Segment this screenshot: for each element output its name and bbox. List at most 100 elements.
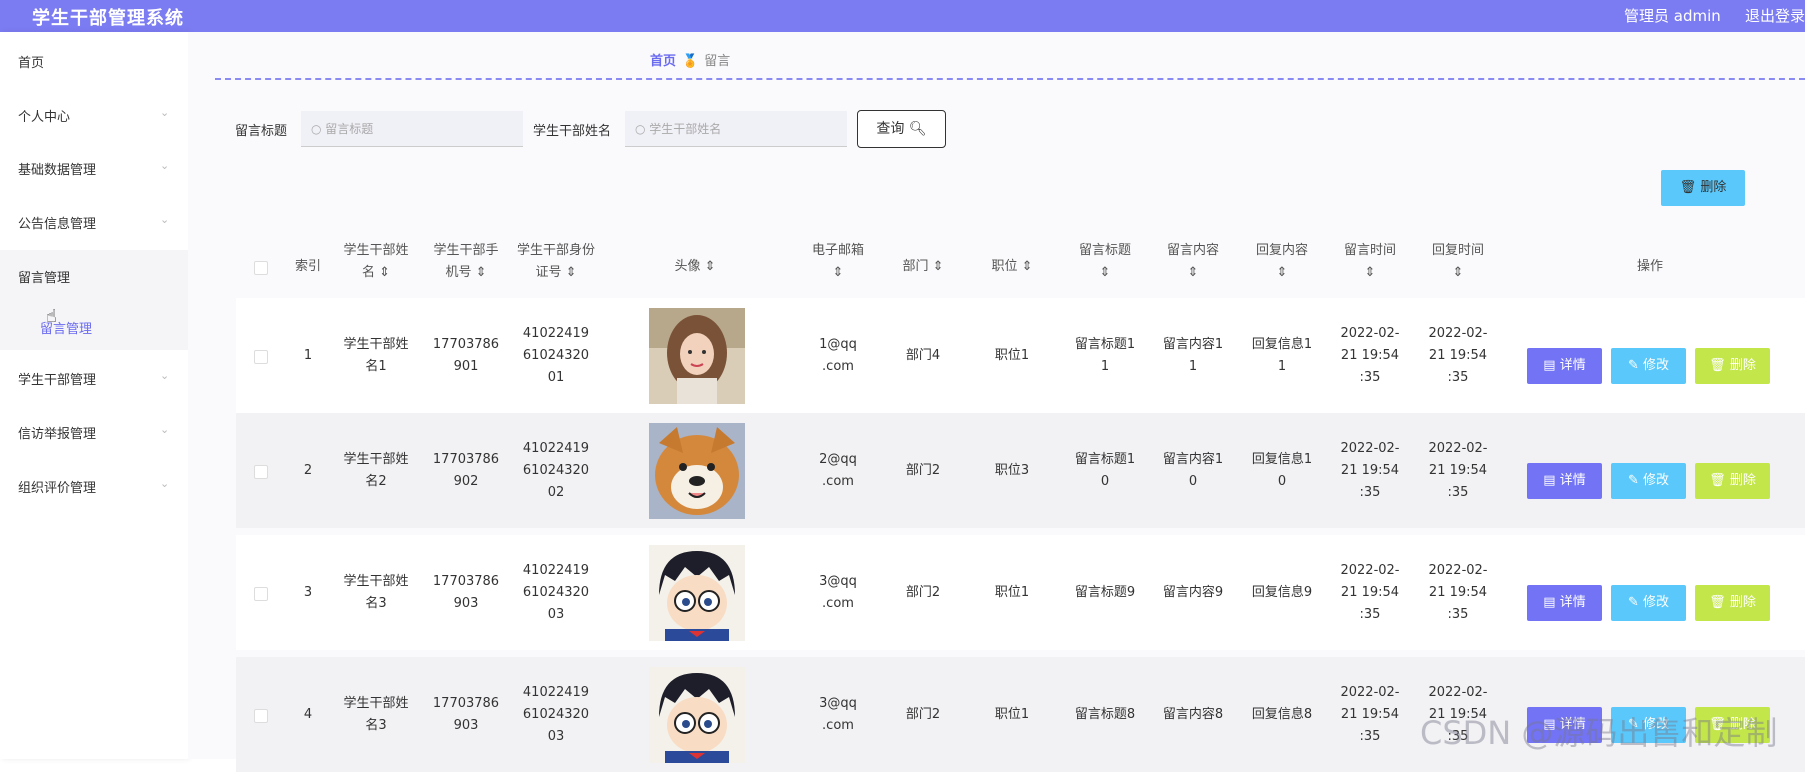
sidebar-item-cadre[interactable]: 学生干部管理	[18, 369, 96, 388]
logout-link[interactable]: 退出登录	[1745, 5, 1805, 26]
cell-email: 2@qq .com	[819, 452, 857, 489]
sidebar: 首页 个人中心 ⌄ 基础数据管理 ⌄ 公告信息管理 ⌄ 留言管理 留言管理 ☝ …	[0, 32, 188, 759]
medal-icon: 🏅	[682, 54, 699, 69]
sidebar-item-notice[interactable]: 公告信息管理	[18, 213, 96, 232]
cell-reply: 回复信息1 1	[1251, 337, 1313, 374]
col-header-time1[interactable]: 留言时间 ⇕	[1335, 240, 1405, 284]
col-header-idcard[interactable]: 学生干部身份证号 ⇕	[516, 240, 596, 284]
cell-content: 留言内容8	[1162, 707, 1224, 722]
query-button[interactable]: 查询 🔍︎	[857, 110, 946, 148]
pencil-icon: ✎	[1627, 358, 1643, 373]
cell-title: 留言标题9	[1074, 585, 1136, 600]
edit-button-label: 修改	[1643, 473, 1670, 488]
col-header-index: 索引	[294, 259, 321, 274]
breadcrumb-current: 留言	[704, 54, 731, 69]
breadcrumb: 首页 🏅 留言	[650, 50, 730, 69]
select-all-checkbox[interactable]	[254, 261, 268, 275]
cell-time1: 2022-02- 21 19:54:35	[1340, 326, 1400, 385]
chevron-down-icon: ⌄	[160, 477, 170, 490]
delete-button[interactable]: 🗑 删除	[1695, 585, 1770, 621]
breadcrumb-home[interactable]: 首页	[650, 54, 676, 69]
document-icon: ▤	[1543, 473, 1560, 488]
chevron-down-icon: ⌄	[160, 369, 170, 382]
col-header-pos-label: 职位	[991, 259, 1018, 274]
row-checkbox[interactable]	[254, 709, 268, 723]
cell-email: 3@qq .com	[819, 574, 857, 611]
col-header-pos[interactable]: 职位 ⇕	[982, 256, 1042, 278]
col-header-time2[interactable]: 回复时间 ⇕	[1423, 240, 1493, 284]
col-header-name[interactable]: 学生干部姓名 ⇕	[338, 240, 414, 284]
sidebar-item-home[interactable]: 首页	[18, 52, 44, 71]
cell-phone: 17703786 903	[432, 574, 500, 611]
col-header-email[interactable]: 电子邮箱 ⇕	[800, 240, 876, 284]
search-icon: ○	[635, 122, 650, 136]
cell-content: 留言内容1 0	[1162, 452, 1224, 489]
cell-pos: 职位1	[994, 348, 1030, 363]
document-icon: ▤	[1543, 595, 1560, 610]
avatar-conan	[649, 545, 745, 641]
chevron-down-icon: ⌄	[160, 159, 170, 172]
cell-index: 2	[303, 463, 313, 478]
sidebar-item-message[interactable]: 留言管理	[18, 267, 70, 286]
col-header-avatar[interactable]: 头像 ⇕	[650, 256, 740, 278]
name-placeholder: 学生干部姓名	[649, 122, 722, 136]
col-header-actions: 操作	[1636, 259, 1663, 274]
delete-button[interactable]: 🗑 删除	[1695, 463, 1770, 499]
cell-index: 3	[303, 585, 313, 600]
detail-button[interactable]: ▤ 详情	[1527, 463, 1602, 499]
col-header-reply[interactable]: 回复内容 ⇕	[1247, 240, 1317, 284]
col-header-avatar-label: 头像	[674, 259, 701, 274]
cell-content: 留言内容1 1	[1162, 337, 1224, 374]
current-user: 管理员 admin	[1624, 7, 1721, 25]
cell-pos: 职位1	[994, 585, 1030, 600]
col-header-email-label: 电子邮箱	[811, 243, 864, 258]
cell-time2: 2022-02- 21 19:54:35	[1428, 563, 1488, 622]
col-header-phone[interactable]: 学生干部手机号 ⇕	[428, 240, 504, 284]
col-header-title[interactable]: 留言标题 ⇕	[1070, 240, 1140, 284]
search-icon: ○	[311, 122, 326, 136]
document-icon: ▤	[1543, 358, 1560, 373]
watermark: CSDN @源码出售和定制	[1420, 714, 1778, 752]
cell-name: 学生干部姓 名3	[343, 574, 409, 611]
row-checkbox[interactable]	[254, 587, 268, 601]
col-header-content[interactable]: 留言内容 ⇕	[1158, 240, 1228, 284]
row-checkbox[interactable]	[254, 350, 268, 364]
cell-title: 留言标题1 1	[1074, 337, 1136, 374]
detail-button-label: 详情	[1559, 358, 1586, 373]
edit-button[interactable]: ✎ 修改	[1611, 348, 1686, 384]
batch-delete-button[interactable]: 🗑 删除	[1661, 170, 1745, 206]
name-search-input[interactable]: ○ 学生干部姓名	[625, 111, 847, 147]
col-header-reply-label: 回复内容	[1255, 243, 1308, 258]
detail-button[interactable]: ▤ 详情	[1527, 348, 1602, 384]
cell-time2: 2022-02- 21 19:54:35	[1428, 326, 1488, 385]
sidebar-item-petition[interactable]: 信访举报管理	[18, 423, 96, 442]
cell-idcard: 41022419 61024320 01	[522, 326, 590, 385]
sidebar-item-personal[interactable]: 个人中心	[18, 106, 70, 125]
detail-button[interactable]: ▤ 详情	[1527, 585, 1602, 621]
trash-icon: 🗑	[1679, 180, 1701, 195]
pointer-cursor-icon: ☝	[46, 306, 57, 327]
cell-title: 留言标题8	[1074, 707, 1136, 722]
edit-button[interactable]: ✎ 修改	[1611, 585, 1686, 621]
avatar-girl	[649, 308, 745, 404]
sidebar-item-evaluation[interactable]: 组织评价管理	[18, 477, 96, 496]
pencil-icon: ✎	[1627, 595, 1643, 610]
edit-button[interactable]: ✎ 修改	[1611, 463, 1686, 499]
delete-button-label: 删除	[1729, 473, 1756, 488]
cell-dept: 部门2	[905, 463, 941, 478]
col-header-dept[interactable]: 部门 ⇕	[893, 256, 953, 278]
col-header-phone-label: 学生干部手机号	[433, 243, 499, 280]
cell-dept: 部门4	[905, 348, 941, 363]
col-header-idcard-label: 学生干部身份证号	[516, 243, 595, 280]
col-header-time2-label: 回复时间	[1431, 243, 1484, 258]
cell-reply: 回复信息8	[1251, 707, 1313, 722]
row-checkbox[interactable]	[254, 465, 268, 479]
title-search-input[interactable]: ○ 留言标题	[301, 111, 523, 147]
cell-idcard: 41022419 61024320 03	[522, 685, 590, 744]
delete-button[interactable]: 🗑 删除	[1695, 348, 1770, 384]
chevron-down-icon: ⌄	[160, 423, 170, 436]
cell-dept: 部门2	[905, 707, 941, 722]
cell-phone: 17703786 901	[432, 337, 500, 374]
cell-index: 4	[303, 707, 313, 722]
sidebar-item-basic-data[interactable]: 基础数据管理	[18, 159, 96, 178]
